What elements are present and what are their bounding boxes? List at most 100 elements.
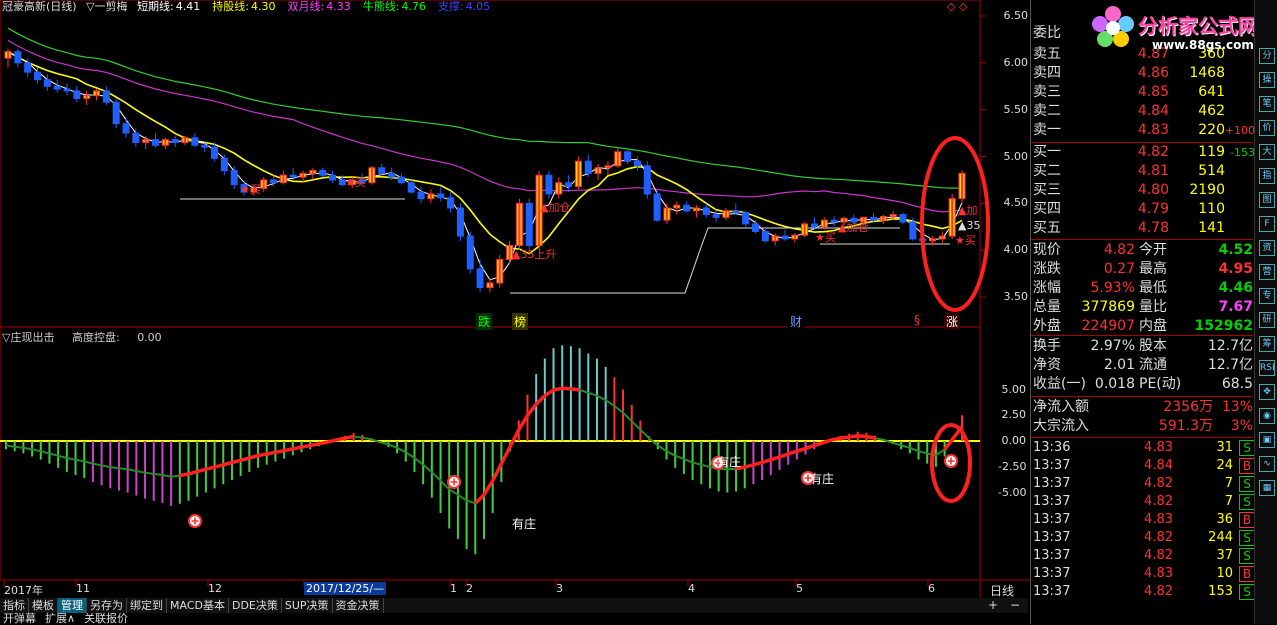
price-tick: 6.00 <box>1003 55 1029 69</box>
tick-price: 4.82 <box>1144 494 1173 509</box>
tick-side: B <box>1239 512 1255 528</box>
oscillator-title[interactable]: ▽庄现出击 <box>2 331 54 344</box>
sidebar-tool-icon[interactable]: RSI <box>1259 360 1275 376</box>
stat-row: 换手 2.97% 股本 12.7亿 <box>1033 337 1253 356</box>
quote-label: 卖二 <box>1033 103 1061 119</box>
period-label[interactable]: 日线 <box>990 582 1014 599</box>
quote-volume: 641 <box>1198 84 1225 100</box>
candle-body <box>220 157 228 172</box>
sidebar-tool-icon[interactable]: 营 <box>1259 264 1275 280</box>
sidebar-tool-icon[interactable]: ◉ <box>1259 408 1275 424</box>
sidebar-tool-icon[interactable]: ▦ <box>1259 480 1275 496</box>
sidebar-tool-icon[interactable]: 图 <box>1259 192 1275 208</box>
event-marker[interactable]: § <box>912 313 922 327</box>
sidebar-tool-icon[interactable]: 指 <box>1259 168 1275 184</box>
sidebar-tool-icon[interactable]: 大 <box>1259 144 1275 160</box>
zoom-in-button[interactable]: + <box>988 598 998 612</box>
signal-label: ★买 <box>955 234 976 247</box>
sidebar-tool-icon[interactable]: F <box>1259 216 1275 232</box>
sidebar-tool-icon[interactable]: 分 <box>1259 48 1275 64</box>
header-ma-label: 双月线: <box>287 0 325 13</box>
candle-body-core <box>882 216 885 221</box>
candle-body <box>584 160 592 174</box>
candle-body-core <box>311 170 314 174</box>
event-marker[interactable]: 跌 <box>476 313 493 330</box>
sidebar-tool-icon[interactable]: 筹 <box>1259 336 1275 352</box>
stat-value: 68.5 <box>1221 376 1253 392</box>
flow-label: 大宗流入 <box>1033 418 1089 434</box>
sidebar-tool-icon[interactable]: 笔 <box>1259 96 1275 112</box>
stat-value: 0.27 <box>1103 261 1135 277</box>
toolbar-tab[interactable]: MACD基本 <box>167 598 229 613</box>
toolbar-tab[interactable]: DDE决策 <box>229 598 282 613</box>
toolbar-tab[interactable]: SUP决策 <box>282 598 333 613</box>
sidebar-tool-icon[interactable]: ∿ <box>1259 456 1275 472</box>
quote-price: 4.78 <box>1137 220 1169 236</box>
oscillator-tick: 2.50 <box>1001 408 1027 422</box>
bottom-tab[interactable]: 关联报价 <box>81 613 134 624</box>
candle-body-core <box>557 182 560 194</box>
toolbar-tab[interactable]: 模板 <box>29 598 58 613</box>
candle-body <box>437 193 445 199</box>
stat-label: 涨幅 <box>1033 280 1061 296</box>
sidebar-tool-icon[interactable]: ✥ <box>1259 384 1275 400</box>
tick-row: 13:37 4.83 10 B <box>1033 565 1255 583</box>
zoom-out-button[interactable]: − <box>1010 598 1020 612</box>
tick-time: 13:37 <box>1033 476 1071 491</box>
toolbar-tab[interactable]: 资金决策 <box>333 598 384 613</box>
stat-row: 收益(一) 0.018 PE(动) 68.5 <box>1033 375 1253 394</box>
stat-label: 外盘 <box>1033 318 1061 334</box>
toolbar-tab[interactable]: 绑定到 <box>127 598 167 613</box>
stat-label: 内盘 <box>1139 318 1167 334</box>
sidebar-tool-icon[interactable]: 研 <box>1259 312 1275 328</box>
chart-corner-icons[interactable]: ◇ ◇ <box>947 0 967 13</box>
stock-title[interactable]: 冠豪高新(日线) <box>2 0 77 13</box>
candle-body <box>761 230 769 242</box>
header-ma-value: 4.05 <box>465 0 491 13</box>
header-ma-label: 持股线: <box>212 0 249 13</box>
right-sidebar: 分操笔价大指图 F 资营专研筹 RSI ✥ ◉ ▣ ∿ ▦ <box>1254 0 1277 624</box>
tick-volume: 153 <box>1208 584 1233 599</box>
candle-body <box>14 51 22 64</box>
bottom-tab[interactable]: 开弹幕 <box>0 613 42 624</box>
candle-body <box>407 182 415 193</box>
candle-body <box>112 101 120 125</box>
quote-price: 4.82 <box>1137 144 1169 160</box>
candle-body-core <box>85 95 88 99</box>
sidebar-tool-icon[interactable]: 价 <box>1259 120 1275 136</box>
toolbar-tab[interactable]: 管理 <box>58 598 87 613</box>
tick-side: S <box>1239 440 1255 456</box>
sidebar-tool-icon[interactable]: 资 <box>1259 240 1275 256</box>
time-axis-label: 5 <box>796 582 803 595</box>
candle-body <box>289 174 297 178</box>
candle-body <box>545 174 553 195</box>
candle-body <box>73 90 81 99</box>
bottom-tab[interactable]: 扩展∧ <box>42 613 81 624</box>
candle-body-core <box>95 90 98 96</box>
signal-label: ▲35 <box>958 219 980 232</box>
candle-body-core <box>262 179 265 189</box>
sidebar-tool-icon[interactable]: 专 <box>1259 288 1275 304</box>
event-marker[interactable]: 涨 <box>944 313 961 330</box>
toolbar-tab[interactable]: 指标 <box>0 598 29 613</box>
candle-body <box>525 202 533 246</box>
toolbar-tab[interactable]: 另存为 <box>87 598 127 613</box>
candle-body-core <box>184 137 187 143</box>
sidebar-tool-icon[interactable]: 操 <box>1259 72 1275 88</box>
candle-body <box>732 210 740 214</box>
flow-row[interactable]: 净流入额 2356万 13% <box>1033 398 1253 417</box>
candle-body-core <box>498 259 501 283</box>
kline-chart[interactable]: ★买★买▲加仓▲35上升★买▲加仓▲加▲35★买 <box>0 0 1030 598</box>
flow-value: 2356万 <box>1163 399 1213 415</box>
event-marker[interactable]: 榜 <box>512 313 529 330</box>
sidebar-tool-icon[interactable]: ▣ <box>1259 432 1275 448</box>
event-marker[interactable]: 财 <box>788 313 805 330</box>
tick-side: B <box>1239 458 1255 474</box>
quote-volume: 110 <box>1198 201 1225 217</box>
flow-pct: 3% <box>1230 418 1253 434</box>
stat-label: 最低 <box>1139 280 1167 296</box>
candle-body-core <box>951 198 954 237</box>
candle-body <box>712 214 720 218</box>
indicator-name[interactable]: ▽一剪梅 <box>86 0 127 13</box>
flow-row[interactable]: 大宗流入 591.3万 3% <box>1033 417 1253 436</box>
